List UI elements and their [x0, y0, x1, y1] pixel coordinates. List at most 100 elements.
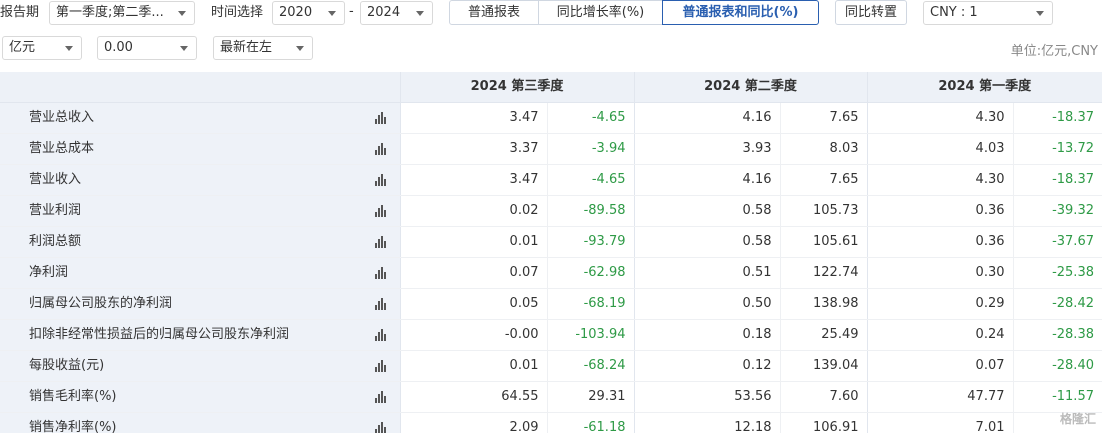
row-label-text: 销售净利率(%) [29, 420, 117, 433]
report-period-select[interactable]: 第一季度;第二季... [49, 1, 195, 25]
decimals-value: 0.00 [104, 40, 133, 55]
table-row: 每股收益(元) 0.01 -68.24 0.12 139.04 0.07 -28.40 [0, 350, 1102, 382]
year-to-value: 2024 [367, 5, 401, 20]
value-cell: 4.30 [866, 102, 1013, 134]
value-cell: 0.07 [866, 350, 1013, 382]
value-cell: 64.55 [399, 381, 547, 413]
yoy-cell: -68.19 [546, 288, 634, 320]
row-label-text: 每股收益(元) [29, 358, 105, 373]
row-label-text: 营业利润 [29, 203, 82, 218]
value-cell: 47.77 [866, 381, 1013, 413]
row-label: 营业利润 [0, 195, 400, 227]
year-from-select[interactable]: 2020 [272, 1, 345, 25]
row-label-text: 扣除非经常性损益后的归属母公司股东净利润 [29, 327, 290, 342]
view-normal-yoy-button[interactable]: 普通报表和同比(%) [662, 0, 819, 25]
period-header[interactable]: 2024 第二季度 [633, 72, 867, 103]
value-cell: 4.16 [633, 164, 780, 196]
financial-table: 2024 第三季度 2024 第二季度 2024 第一季度 营业总收入 3.47-… [0, 72, 1102, 433]
value-cell: 3.47 [399, 102, 547, 134]
value-cell: 0.01 [399, 226, 547, 258]
bar-chart-icon[interactable] [374, 360, 388, 372]
bar-chart-icon[interactable] [374, 422, 388, 433]
value-cell: 0.51 [633, 257, 780, 289]
yoy-cell: -11.57 [1012, 381, 1102, 413]
value-cell: 0.58 [633, 195, 780, 227]
yoy-cell: 106.91 [779, 412, 867, 433]
value-cell: 0.12 [633, 350, 780, 382]
yoy-cell: -28.38 [1012, 319, 1102, 351]
row-label: 归属母公司股东的净利润 [0, 288, 400, 320]
yoy-cell: -68.24 [546, 350, 634, 382]
value-cell: 0.02 [399, 195, 547, 227]
row-label: 销售净利率(%) [0, 412, 400, 433]
value-cell: 0.58 [633, 226, 780, 258]
yoy-cell: -37.67 [1012, 226, 1102, 258]
yoy-cell: 105.73 [779, 195, 867, 227]
yoy-cell: -28.40 [1012, 350, 1102, 382]
value-cell: 4.16 [633, 102, 780, 134]
order-select[interactable]: 最新在左 [213, 36, 313, 60]
row-label: 营业收入 [0, 164, 400, 196]
value-cell: -0.00 [399, 319, 547, 351]
row-label-text: 营业总成本 [29, 141, 95, 156]
table-row: 扣除非经常性损益后的归属母公司股东净利润 -0.00 -103.94 0.18 25.4… [0, 319, 1102, 351]
yoy-cell: 29.31 [546, 381, 634, 413]
value-cell: 3.47 [399, 164, 547, 196]
decimals-select[interactable]: 0.00 [97, 36, 197, 60]
view-normal-button[interactable]: 普通报表 [449, 0, 539, 25]
table-row: 营业利润 0.02 -89.58 0.58 105.73 0.36 -39.32 [0, 195, 1102, 227]
yoy-cell: 7.60 [779, 381, 867, 413]
unit-value: 亿元 [9, 40, 36, 55]
chevron-down-icon [178, 11, 186, 16]
table-row: 营业总收入 3.47 -4.65 4.16 7.65 4.30 -18.37 [0, 102, 1102, 134]
value-cell: 7.01 [866, 412, 1013, 433]
transpose-button[interactable]: 同比转置 [835, 0, 907, 25]
yoy-cell: -13.72 [1012, 133, 1102, 165]
yoy-cell: -4.65 [546, 102, 634, 134]
header-corner [0, 72, 400, 103]
period-header[interactable]: 2024 第一季度 [866, 72, 1102, 103]
bar-chart-icon[interactable] [374, 236, 388, 248]
value-cell: 0.07 [399, 257, 547, 289]
yoy-cell: -103.94 [546, 319, 634, 351]
yoy-cell: 105.61 [779, 226, 867, 258]
bar-chart-icon[interactable] [374, 174, 388, 186]
yoy-cell: -61.18 [546, 412, 634, 433]
table-header-row: 2024 第三季度 2024 第二季度 2024 第一季度 [0, 72, 1102, 103]
yoy-cell: 25.49 [779, 319, 867, 351]
year-to-select[interactable]: 2024 [360, 1, 433, 25]
value-cell: 0.29 [866, 288, 1013, 320]
period-header[interactable]: 2024 第三季度 [399, 72, 634, 103]
view-mode-group: 普通报表 同比增长率(%) 普通报表和同比(%) [449, 0, 819, 25]
bar-chart-icon[interactable] [374, 143, 388, 155]
chevron-down-icon [416, 11, 424, 16]
currency-select[interactable]: CNY : 1 [923, 1, 1053, 25]
value-cell: 0.01 [399, 350, 547, 382]
yoy-cell: -3.94 [546, 133, 634, 165]
bar-chart-icon[interactable] [374, 267, 388, 279]
value-cell: 3.93 [633, 133, 780, 165]
table-row: 销售净利率(%) 2.09 -61.18 12.18 106.91 7.01 [0, 412, 1102, 433]
unit-select[interactable]: 亿元 [2, 36, 82, 60]
yoy-cell: 8.03 [779, 133, 867, 165]
view-yoy-button[interactable]: 同比增长率(%) [538, 0, 663, 25]
table-row: 营业收入 3.47 -4.65 4.16 7.65 4.30 -18.37 [0, 164, 1102, 196]
bar-chart-icon[interactable] [374, 205, 388, 217]
row-label-text: 销售毛利率(%) [29, 389, 117, 404]
watermark-logo: 格隆汇 [1059, 412, 1096, 426]
bar-chart-icon[interactable] [374, 298, 388, 310]
yoy-cell: 122.74 [779, 257, 867, 289]
value-cell: 0.05 [399, 288, 547, 320]
yoy-cell: -18.37 [1012, 164, 1102, 196]
value-cell: 4.03 [866, 133, 1013, 165]
chevron-down-icon [180, 46, 188, 51]
yoy-cell: -89.58 [546, 195, 634, 227]
bar-chart-icon[interactable] [374, 112, 388, 124]
bar-chart-icon[interactable] [374, 391, 388, 403]
yoy-cell: -62.98 [546, 257, 634, 289]
value-cell: 53.56 [633, 381, 780, 413]
year-from-value: 2020 [279, 5, 313, 20]
yoy-cell: -93.79 [546, 226, 634, 258]
bar-chart-icon[interactable] [374, 329, 388, 341]
yoy-cell: 139.04 [779, 350, 867, 382]
